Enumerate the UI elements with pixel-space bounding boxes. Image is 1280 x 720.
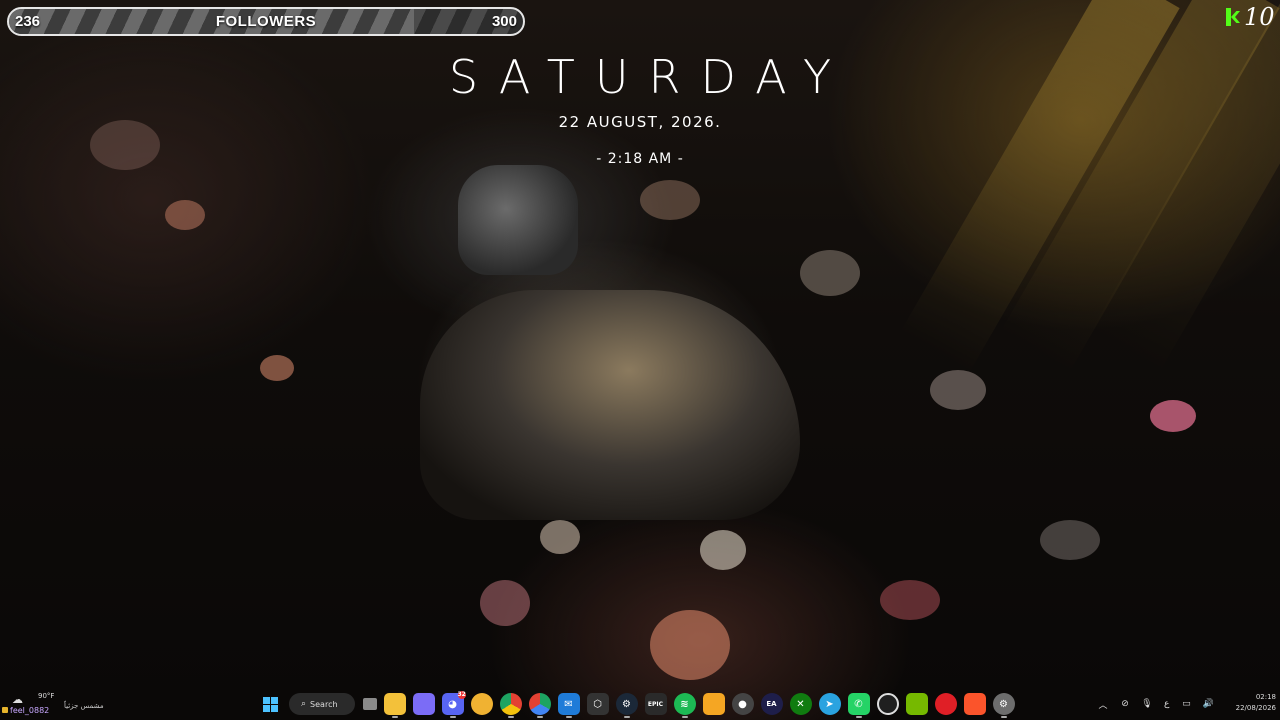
windows-icon xyxy=(263,696,278,712)
flower xyxy=(880,580,940,620)
follower-goal-bar: 236 FOLLOWERS 300 xyxy=(7,7,525,36)
partly-cloudy-icon: ☁ xyxy=(12,693,23,706)
unity-app[interactable]: ⬡ xyxy=(586,693,609,715)
record-icon: ● xyxy=(738,698,747,710)
obs-app[interactable]: ● xyxy=(731,693,754,715)
gear-icon: ⚙ xyxy=(999,698,1008,710)
chrome-app[interactable] xyxy=(499,693,522,718)
clock-date: 22 AUGUST, 2026. xyxy=(558,113,722,131)
language-indicator[interactable]: ع xyxy=(1164,699,1169,709)
discord-app[interactable]: ◕ 32 xyxy=(441,691,466,718)
search-button[interactable]: ⌕ Search xyxy=(289,693,355,715)
file-explorer-app[interactable] xyxy=(383,693,406,718)
system-tray: ︿ ⊘ 🎙 ع ▭ 🔊 xyxy=(1092,692,1219,716)
desktop-wallpaper xyxy=(0,0,1280,720)
adobe-app[interactable] xyxy=(934,693,957,715)
capcut-app[interactable] xyxy=(876,693,899,715)
taskbar-clock[interactable]: 02:18 22/08/2026 xyxy=(1224,692,1276,714)
epic-icon: EPIC xyxy=(647,700,664,708)
knight-helmet xyxy=(458,165,578,275)
settings-app[interactable]: ⚙ xyxy=(992,693,1015,718)
flower xyxy=(165,200,205,230)
weather-condition: مشمس جزئياً xyxy=(64,702,104,710)
start-button[interactable] xyxy=(260,693,282,715)
copilot-app[interactable] xyxy=(412,693,435,715)
task-view-button[interactable] xyxy=(362,698,377,710)
mail-icon: ✉ xyxy=(564,698,573,710)
taskbar-time: 02:18 xyxy=(1255,693,1276,701)
mute-notification-icon[interactable]: ⊘ xyxy=(1117,696,1133,712)
telegram-app[interactable]: ➤ xyxy=(818,693,841,715)
steam-icon: ⚙ xyxy=(622,698,631,710)
discord-icon: ◕ xyxy=(448,698,457,710)
flower xyxy=(640,180,700,220)
volume-icon[interactable]: 🔊 xyxy=(1200,696,1216,712)
flower xyxy=(480,580,530,626)
xbox-icon: ✕ xyxy=(796,698,805,710)
xbox-app[interactable]: ✕ xyxy=(789,693,812,715)
whatsapp-icon: ✆ xyxy=(854,698,863,710)
flower xyxy=(800,250,860,296)
weather-widget[interactable]: ☁ 90°F مشمس جزئياً feel_0882 xyxy=(2,690,124,718)
chrome-beta-app[interactable] xyxy=(528,693,551,718)
chevron-up-icon[interactable]: ︿ xyxy=(1095,696,1111,712)
flower xyxy=(1150,400,1196,432)
weather-temp: 90°F xyxy=(38,692,55,700)
blender-app[interactable] xyxy=(702,693,725,715)
kick-logo-icon xyxy=(1226,8,1240,26)
clock-day: SATURDAY xyxy=(448,50,852,104)
search-icon: ⌕ xyxy=(301,699,307,709)
discord-canary-app[interactable] xyxy=(470,693,493,715)
weather-tag: feel_0882 xyxy=(10,706,50,715)
whatsapp-app[interactable]: ✆ xyxy=(847,693,870,718)
outlook-app[interactable]: ✉ xyxy=(557,693,580,718)
steam-app[interactable]: ⚙ xyxy=(615,693,638,718)
telegram-icon: ➤ xyxy=(825,698,834,710)
taskbar: ☁ 90°F مشمس جزئياً feel_0882 ⌕ Search ◕ … xyxy=(0,688,1280,720)
network-icon[interactable]: ▭ xyxy=(1178,696,1194,712)
flower xyxy=(260,355,294,381)
spotify-app[interactable]: ≋ xyxy=(673,693,696,718)
flower xyxy=(540,520,580,554)
flower xyxy=(930,370,986,410)
flower xyxy=(1040,520,1100,560)
kick-follower-widget: 10 xyxy=(1226,3,1275,31)
follower-goal-label: FOLLOWERS xyxy=(215,13,317,30)
knight-armor xyxy=(420,290,800,520)
spotify-icon: ≋ xyxy=(680,698,689,710)
discord-badge: 32 xyxy=(457,691,466,699)
clock-time: - 2:18 AM - xyxy=(596,151,684,167)
epic-games-app[interactable]: EPIC xyxy=(644,693,667,715)
ea-icon: EA xyxy=(766,700,777,708)
cube-icon: ⬡ xyxy=(593,698,602,710)
search-label: Search xyxy=(310,699,338,709)
weather-badge-icon xyxy=(2,707,8,713)
kick-count: 10 xyxy=(1244,3,1275,31)
taskbar-apps: ⌕ Search ◕ 32 ✉ ⬡ ⚙ EPIC ≋ ● EA ✕ ➤ ✆ ⚙ xyxy=(256,691,1018,718)
brave-app[interactable] xyxy=(963,693,986,715)
nvidia-app[interactable] xyxy=(905,693,928,715)
flower xyxy=(700,530,746,570)
taskbar-date: 22/08/2026 xyxy=(1235,704,1276,712)
flower xyxy=(650,610,730,680)
ea-app[interactable]: EA xyxy=(760,693,783,715)
follower-goal-target: 300 xyxy=(491,13,517,30)
microphone-icon[interactable]: 🎙 xyxy=(1139,696,1155,712)
